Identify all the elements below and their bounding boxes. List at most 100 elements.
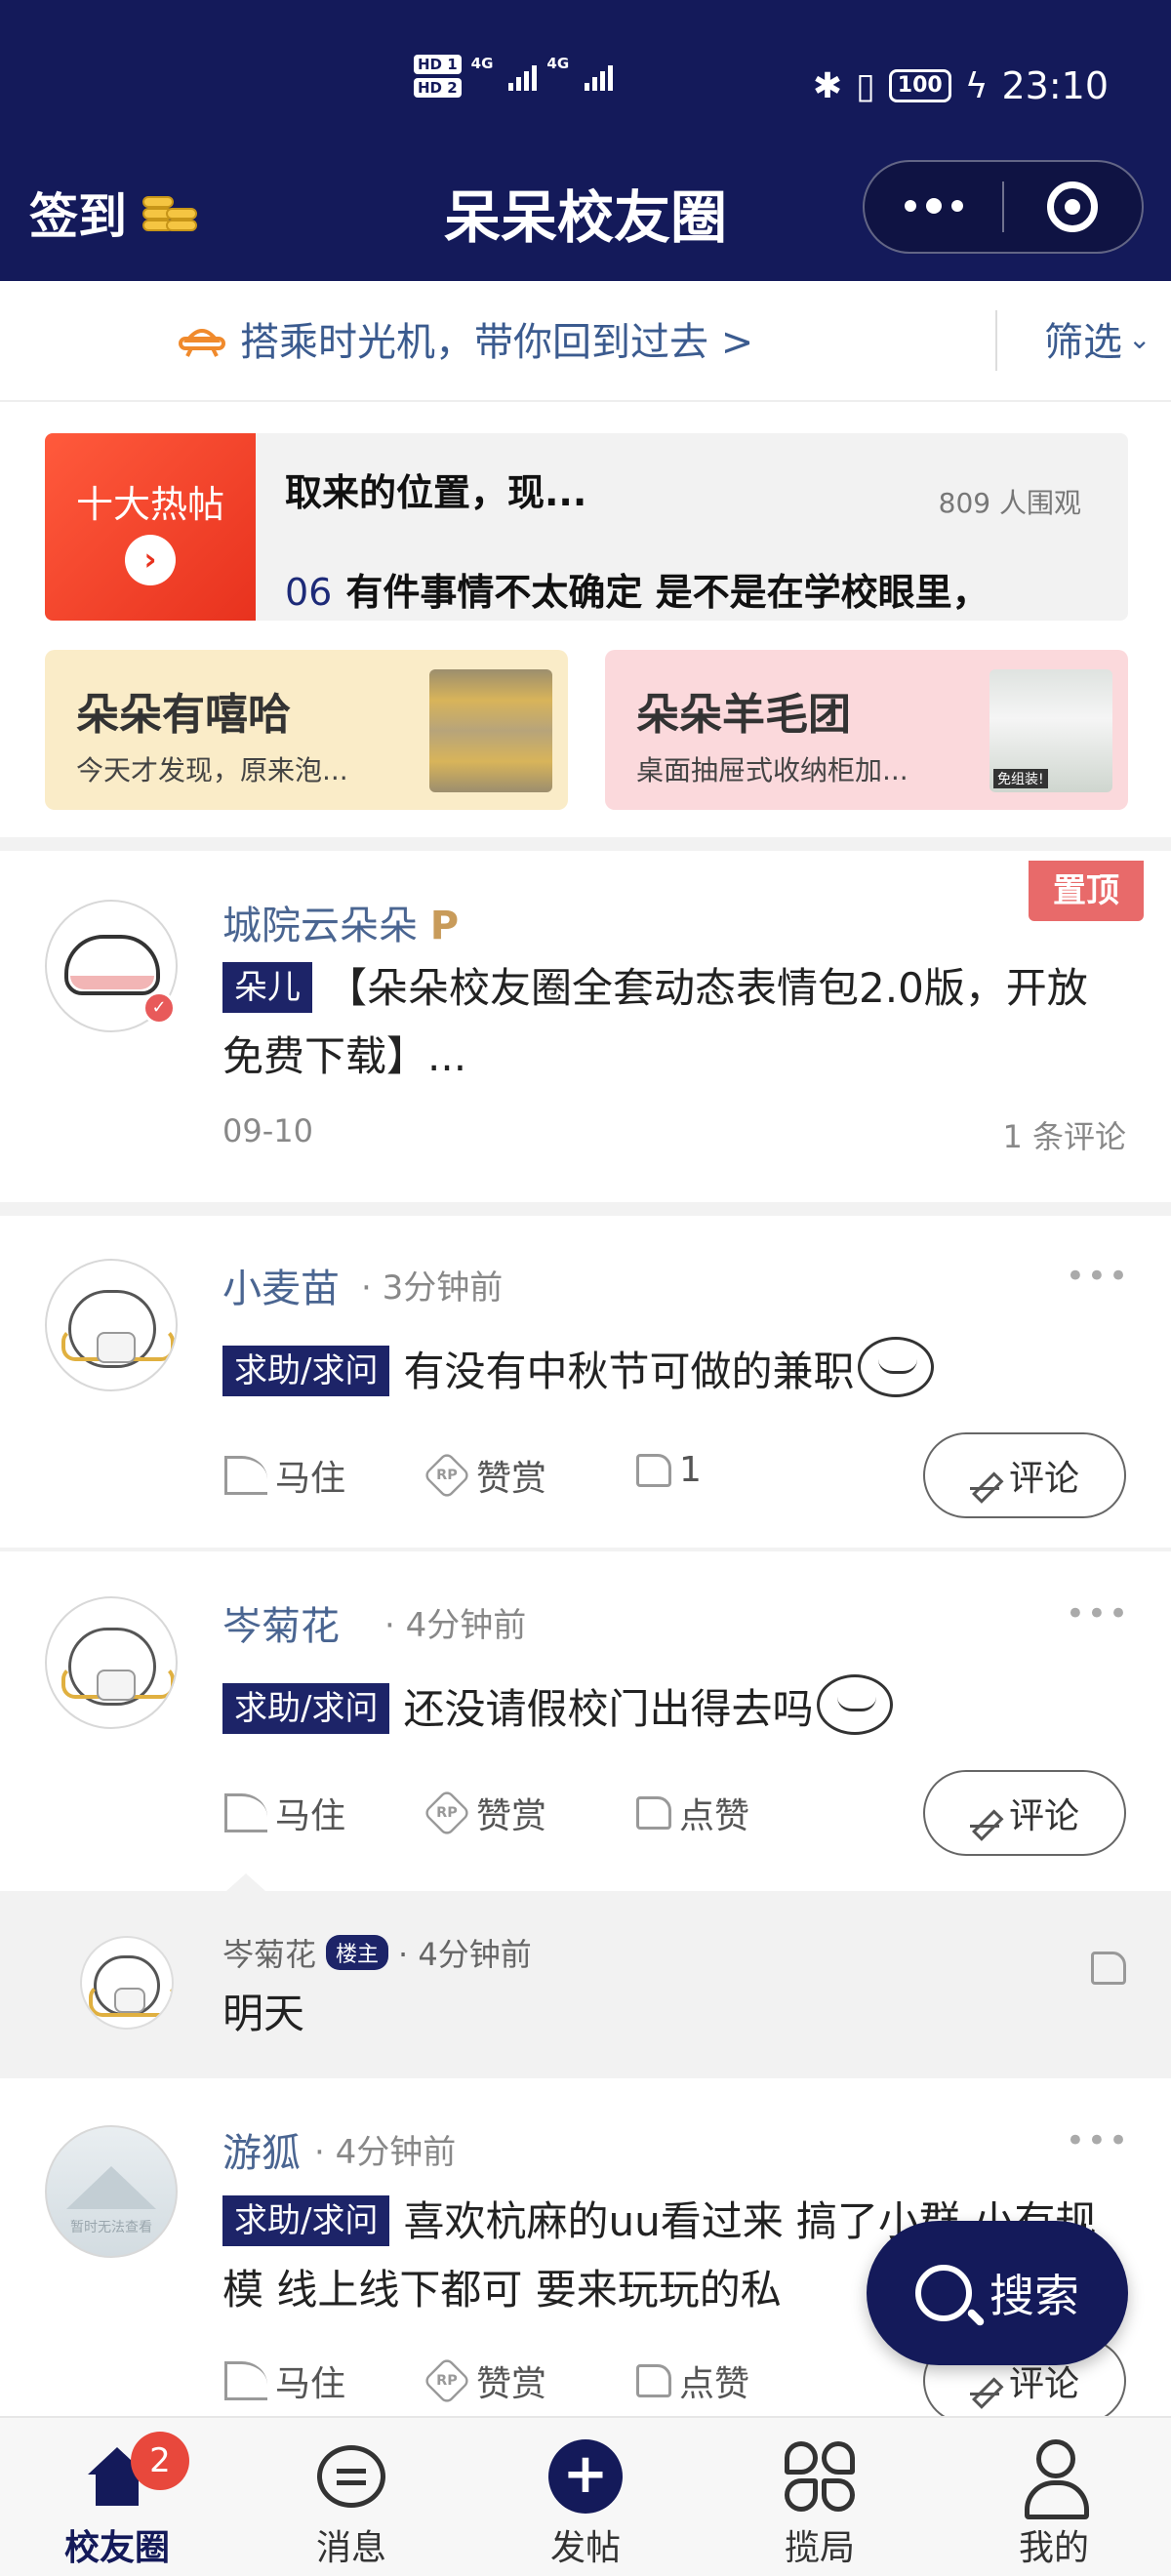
hot-posts-badge[interactable]: 十大热帖 › xyxy=(45,433,256,621)
notification-badge: 2 xyxy=(131,2432,189,2490)
comment-label: 评论 xyxy=(1008,1796,1079,1836)
ufo-icon xyxy=(179,329,225,357)
reward-button[interactable]: RP 赞赏 xyxy=(423,1788,547,1838)
like-count: 1 xyxy=(679,1450,702,1490)
hot-post-2[interactable]: 06 有件事情不太确定 是不是在学校眼里， xyxy=(285,562,989,616)
feature-card-hiphop[interactable]: 朵朵有嘻哈 今天才发现，原来泡... xyxy=(45,650,568,810)
like-button[interactable]: 1 xyxy=(636,1450,702,1490)
like-label: 点赞 xyxy=(679,2364,750,2404)
like-button[interactable]: 点赞 xyxy=(636,2355,749,2406)
signal-status: HD 1 HD 2 4G 4G xyxy=(414,55,614,98)
reply-time: · 4分钟前 xyxy=(398,1936,532,1973)
comment-count[interactable]: 1 条评论 xyxy=(1002,1112,1126,1157)
hot-posts-title: 十大热帖 xyxy=(75,483,224,526)
thumbs-up-icon xyxy=(636,2364,671,2397)
author-name[interactable]: 岑菊花 xyxy=(222,1594,340,1651)
pencil-icon xyxy=(969,2366,999,2395)
target-icon xyxy=(1047,181,1099,232)
network-type-1: 4G xyxy=(470,55,494,72)
feed-post[interactable]: 岑菊花 · 4分钟前 ••• 求助/求问 还没请假校门出得去吗 马住 RP 赞赏 … xyxy=(0,1551,1171,1889)
horse-icon xyxy=(224,2361,267,2400)
more-options-icon[interactable]: ••• xyxy=(1066,1594,1130,1633)
ride-button[interactable]: 马住 xyxy=(224,1788,345,1838)
ride-button[interactable]: 马住 xyxy=(224,1450,345,1501)
feed-post[interactable]: 小麦苗 · 3分钟前 ••• 求助/求问 有没有中秋节可做的兼职 马住 RP 赞赏… xyxy=(0,1216,1171,1548)
hot-post-views: 809 人围观 xyxy=(938,487,1081,519)
search-button[interactable]: 搜索 xyxy=(867,2221,1128,2365)
hot-post-2-text: 有件事情不太确定 是不是在学校眼里， xyxy=(345,571,989,614)
reply-like-button[interactable] xyxy=(1091,1952,1126,1989)
post-text: 还没请假校门出得去吗 xyxy=(403,1685,814,1733)
reply-author[interactable]: 岑菊花 楼主 · 4分钟前 xyxy=(222,1930,532,1975)
rp-icon: RP xyxy=(423,1451,471,1500)
avatar[interactable]: 暂时无法查看 xyxy=(45,2125,178,2258)
thumbs-up-icon xyxy=(636,1796,671,1830)
post-time: · 4分钟前 xyxy=(314,2133,457,2172)
filter-dropdown[interactable]: 筛选 ⌄ xyxy=(1044,310,1151,367)
pinned-post[interactable]: 置顶 ✓ 城院云朵朵 P 朵儿 【朵朵校友圈全套动态表情包2.0版，开放免费下载】… xyxy=(0,851,1171,1202)
nav-item-post[interactable]: + 发帖 xyxy=(468,2418,703,2576)
more-options-icon[interactable]: ••• xyxy=(1066,1257,1130,1296)
author-name[interactable]: 游狐 xyxy=(222,2121,301,2178)
post-tag[interactable]: 求助/求问 xyxy=(222,1683,390,1734)
chevron-right-icon: › xyxy=(125,535,176,585)
feature-card-deals[interactable]: 朵朵羊毛团 桌面抽屉式收纳柜加... 免组装! xyxy=(605,650,1128,810)
reply-item[interactable]: 岑菊花 楼主 · 4分钟前 明天 xyxy=(0,1873,1171,2076)
signal-icon-1 xyxy=(508,61,538,91)
avatar-placeholder-text: 暂时无法查看 xyxy=(70,2220,152,2235)
hd-indicator-1: HD 1 xyxy=(414,55,462,74)
miniprogram-capsule xyxy=(863,160,1144,254)
card-subtitle: 今天才发现，原来泡... xyxy=(76,754,348,786)
comment-button[interactable]: 评论 xyxy=(923,1770,1126,1856)
nav-item-messages[interactable]: 消息 xyxy=(234,2418,468,2576)
ride-button[interactable]: 马住 xyxy=(224,2355,345,2406)
hot-posts-banner[interactable]: 十大热帖 › 取来的位置，现... 809 人围观 06 有件事情不太确定 是不是… xyxy=(45,433,1128,621)
avatar[interactable] xyxy=(45,1596,178,1729)
more-menu-button[interactable] xyxy=(865,160,1002,254)
reward-label: 赞赏 xyxy=(476,1796,547,1836)
charging-icon: ϟ xyxy=(964,65,989,106)
plus-icon: + xyxy=(548,2439,623,2514)
author-name[interactable]: 小麦苗 xyxy=(222,1257,340,1313)
ride-label: 马住 xyxy=(275,1796,346,1836)
mask-avatar-icon xyxy=(89,1955,172,2017)
comment-button[interactable]: 评论 xyxy=(923,1432,1126,1518)
ride-label: 马住 xyxy=(275,2364,346,2404)
owner-badge: 楼主 xyxy=(326,1935,389,1970)
hot-post-1-text[interactable]: 取来的位置，现... xyxy=(285,463,586,516)
user-icon xyxy=(1023,2439,1089,2519)
nav-label: 我的 xyxy=(1018,2528,1089,2568)
nav-item-alumni-circle[interactable]: 校友圈 2 xyxy=(0,2418,234,2576)
post-content[interactable]: 朵儿 【朵朵校友圈全套动态表情包2.0版，开放免费下载】... xyxy=(222,954,1126,1091)
post-content[interactable]: 求助/求问 有没有中秋节可做的兼职 xyxy=(222,1337,1126,1406)
post-time: · 3分钟前 xyxy=(361,1268,504,1308)
time-machine-link[interactable]: 搭乘时光机，带你回到过去 > xyxy=(178,310,753,367)
reply-avatar[interactable] xyxy=(80,1936,174,2030)
post-content[interactable]: 求助/求问 还没请假校门出得去吗 xyxy=(222,1674,1126,1744)
bluetooth-icon: ✱ xyxy=(812,65,842,106)
like-button[interactable]: 点赞 xyxy=(636,1788,749,1838)
post-tag[interactable]: 求助/求问 xyxy=(222,1346,390,1396)
reward-button[interactable]: RP 赞赏 xyxy=(423,1450,547,1501)
clover-grid-icon xyxy=(785,2441,855,2512)
reward-label: 赞赏 xyxy=(476,1459,547,1499)
more-dots-icon xyxy=(904,198,963,214)
clock: 23:10 xyxy=(1001,64,1109,107)
search-icon xyxy=(915,2265,972,2321)
more-options-icon[interactable]: ••• xyxy=(1066,2121,1130,2160)
nav-label: 消息 xyxy=(315,2528,386,2568)
verified-icon: ✓ xyxy=(142,991,176,1025)
nav-item-events[interactable]: 揽局 xyxy=(703,2418,937,2576)
time-machine-label: 搭乘时光机，带你回到过去 > xyxy=(240,320,754,365)
reward-button[interactable]: RP 赞赏 xyxy=(423,2355,546,2406)
author-name[interactable]: 城院云朵朵 P xyxy=(222,894,459,950)
post-tag[interactable]: 朵儿 xyxy=(222,962,312,1013)
horse-icon xyxy=(224,1793,267,1832)
nav-item-profile[interactable]: 我的 xyxy=(937,2418,1171,2576)
post-text: 有没有中秋节可做的兼职 xyxy=(403,1348,855,1395)
avatar[interactable] xyxy=(45,1259,178,1391)
post-tag[interactable]: 求助/求问 xyxy=(222,2195,390,2246)
pinned-badge: 置顶 xyxy=(1029,861,1144,921)
close-miniprogram-button[interactable] xyxy=(1004,160,1142,254)
nav-label: 揽局 xyxy=(784,2528,855,2568)
